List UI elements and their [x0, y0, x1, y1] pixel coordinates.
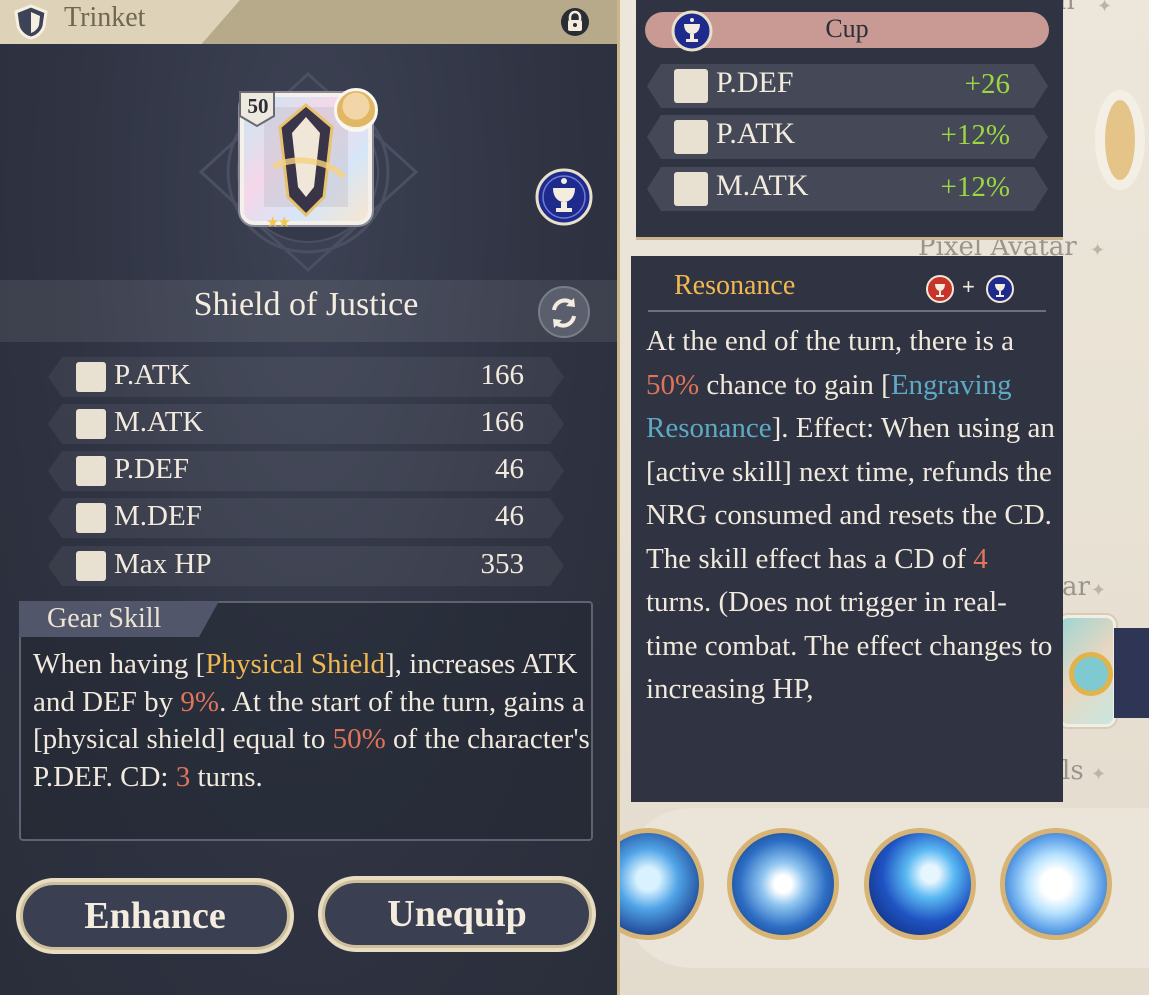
- unequip-button[interactable]: Unequip: [318, 876, 596, 952]
- cup-stat-value: +12%: [940, 171, 1010, 203]
- swap-button[interactable]: [538, 286, 590, 338]
- resonance-description: At the end of the turn, there is a 50% c…: [646, 325, 1055, 705]
- cup-stat-value: +12%: [940, 119, 1010, 151]
- gear-skill-description: When having [Physical Shield], increases…: [33, 648, 590, 793]
- stat-label: P.DEF: [114, 453, 189, 485]
- shield-icon: [76, 456, 106, 486]
- sword-icon: [674, 120, 708, 154]
- sparkle-icon: ✦: [1090, 240, 1106, 261]
- hat-icon: [76, 503, 106, 533]
- shield-icon: [14, 4, 48, 40]
- resonance-title: Resonance: [674, 270, 796, 301]
- level-value: 50: [247, 94, 269, 118]
- sword-icon: [76, 362, 106, 392]
- background-label-partial-2: ls: [1062, 756, 1084, 786]
- cup-stat-label: M.ATK: [716, 169, 809, 202]
- background-label-partial: ar: [1062, 572, 1090, 602]
- background-stripe: [1114, 628, 1149, 718]
- stat-value: 46: [495, 500, 524, 532]
- cup-stat-value: +26: [964, 68, 1010, 100]
- skill-orb-ice-blade[interactable]: [864, 828, 976, 940]
- stat-value: 166: [480, 406, 525, 438]
- resonance-divider: [648, 310, 1046, 312]
- stat-value: 46: [495, 453, 524, 485]
- stat-label: P.ATK: [114, 359, 191, 391]
- trinket-panel: Trinket 50 ★★ Shield of Justice P.ATK 16…: [0, 0, 620, 995]
- cup-icon: [986, 275, 1014, 303]
- gear-icon: [1069, 652, 1113, 696]
- unequip-button-label: Unequip: [322, 880, 592, 948]
- skill-orb-tornado[interactable]: [727, 828, 839, 940]
- cup-popup-title: Cup: [825, 14, 869, 43]
- staff-icon: [76, 409, 106, 439]
- item-name: Shield of Justice: [193, 286, 419, 323]
- enhance-button-label: Enhance: [20, 882, 290, 950]
- stat-label: M.DEF: [114, 500, 202, 532]
- panel-title: Trinket: [64, 2, 146, 33]
- sparkle-icon: ✦: [1091, 764, 1107, 785]
- skill-orb-ice-burst[interactable]: [1000, 828, 1112, 940]
- resonance-plus: +: [962, 274, 975, 299]
- resonance-red-icon: [926, 275, 954, 303]
- cup-stat-label: P.ATK: [716, 117, 796, 150]
- background-decoration: [1095, 90, 1145, 190]
- staff-icon: [674, 172, 708, 206]
- enhance-button[interactable]: Enhance: [16, 878, 294, 954]
- gear-skill-title: Gear Skill: [47, 603, 162, 634]
- sparkle-icon: ✦: [1091, 580, 1107, 601]
- stat-value: 166: [480, 359, 525, 391]
- sparkle-icon: ✦: [1097, 0, 1113, 17]
- lock-icon[interactable]: [560, 6, 590, 38]
- heart-icon: [76, 551, 106, 581]
- character-portrait: [334, 88, 378, 132]
- background-item-card[interactable]: [1058, 615, 1116, 727]
- stat-label: Max HP: [114, 548, 212, 580]
- cup-stat-label: P.DEF: [716, 66, 794, 99]
- shield-icon: [674, 69, 708, 103]
- cup-icon[interactable]: [535, 168, 593, 226]
- stat-label: M.ATK: [114, 406, 204, 438]
- stat-value: 353: [480, 548, 525, 580]
- swap-icon: [552, 298, 576, 328]
- rarity-stars: ★★: [266, 213, 291, 231]
